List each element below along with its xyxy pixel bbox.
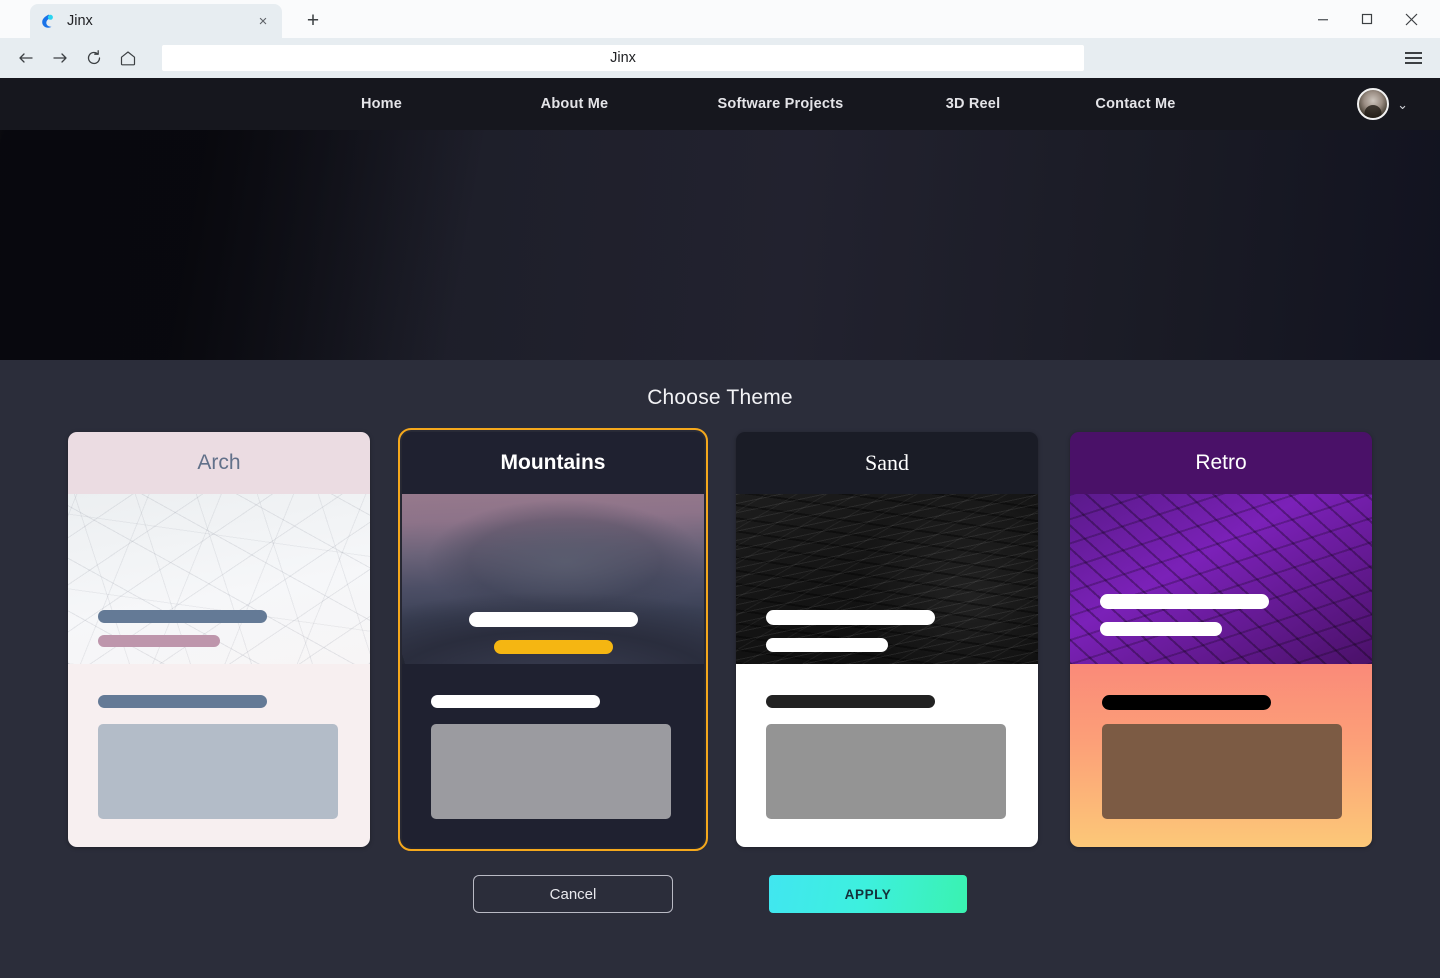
preview-block xyxy=(98,724,338,819)
theme-preview-body xyxy=(402,664,704,847)
nav-item-about-me[interactable]: About Me xyxy=(469,96,681,112)
page-title: Choose Theme xyxy=(647,386,793,409)
theme-chooser-modal: Choose Theme Arch Mountains Sand Retro C… xyxy=(0,360,1440,913)
theme-name: Retro xyxy=(1195,451,1247,474)
browser-window: Jinx × + Jinx Home About Me Software Pro… xyxy=(0,0,1440,978)
tab-strip: Jinx × + xyxy=(0,0,1440,38)
home-button[interactable] xyxy=(114,44,142,72)
theme-card-retro[interactable]: Retro xyxy=(1070,432,1372,847)
preview-bar-accent xyxy=(766,638,888,652)
theme-card-header: Retro xyxy=(1070,432,1372,494)
nav-item-3d-reel[interactable]: 3D Reel xyxy=(881,96,1066,112)
preview-bar-accent xyxy=(494,640,613,654)
web-page: Home About Me Software Projects 3D Reel … xyxy=(0,78,1440,978)
preview-bar-primary xyxy=(766,610,935,625)
apply-button[interactable]: APPLY xyxy=(769,875,967,913)
preview-bar-heading xyxy=(766,695,935,708)
preview-bar-primary xyxy=(469,612,638,627)
cancel-button[interactable]: Cancel xyxy=(473,875,673,913)
theme-card-header: Arch xyxy=(68,432,370,494)
nav-item-contact-me[interactable]: Contact Me xyxy=(1066,96,1206,112)
preview-bar-accent xyxy=(98,635,220,647)
preview-block xyxy=(431,724,671,819)
preview-bar-primary xyxy=(98,610,267,623)
hamburger-menu-icon[interactable] xyxy=(1398,44,1428,72)
theme-name: Mountains xyxy=(500,451,606,474)
theme-name: Sand xyxy=(865,450,909,475)
preview-bar-primary xyxy=(1100,594,1269,609)
preview-block xyxy=(1102,724,1342,819)
theme-card-header: Mountains xyxy=(402,432,704,494)
preview-bar-heading xyxy=(98,695,267,708)
preview-bar-heading xyxy=(1102,695,1271,710)
close-button[interactable] xyxy=(1390,4,1432,34)
browser-toolbar: Jinx xyxy=(0,38,1440,78)
theme-preview-body xyxy=(68,664,370,847)
site-navigation: Home About Me Software Projects 3D Reel … xyxy=(0,78,1440,130)
address-bar[interactable]: Jinx xyxy=(162,45,1084,71)
new-tab-button[interactable]: + xyxy=(300,8,326,34)
theme-preview-image xyxy=(68,494,370,664)
preview-bar-accent xyxy=(1100,622,1222,636)
theme-card-arch[interactable]: Arch xyxy=(68,432,370,847)
preview-bar-heading xyxy=(431,695,600,708)
nav-links: Home About Me Software Projects 3D Reel … xyxy=(235,96,1206,112)
reload-button[interactable] xyxy=(80,44,108,72)
theme-preview-image xyxy=(736,494,1038,664)
window-controls xyxy=(1302,4,1432,34)
nav-item-software-projects[interactable]: Software Projects xyxy=(681,96,881,112)
profile-menu[interactable]: ⌄ xyxy=(1357,88,1408,120)
tab-title: Jinx xyxy=(67,13,93,29)
avatar xyxy=(1357,88,1390,120)
browser-tab[interactable]: Jinx × xyxy=(30,4,282,38)
preview-block xyxy=(766,724,1006,819)
maximize-button[interactable] xyxy=(1346,4,1388,34)
theme-card-list: Arch Mountains Sand Retro xyxy=(0,428,1440,851)
theme-card-sand[interactable]: Sand xyxy=(736,432,1038,847)
forward-button[interactable] xyxy=(46,44,74,72)
nav-item-home[interactable]: Home xyxy=(295,96,469,112)
modal-actions: Cancel APPLY xyxy=(0,875,1440,913)
theme-card-mountains[interactable]: Mountains xyxy=(398,428,708,851)
back-button[interactable] xyxy=(12,44,40,72)
minimize-button[interactable] xyxy=(1302,4,1344,34)
hero-image xyxy=(0,130,1440,360)
theme-preview-image xyxy=(402,494,704,664)
chevron-down-icon: ⌄ xyxy=(1397,96,1408,112)
theme-preview-body xyxy=(1070,664,1372,847)
theme-preview-image xyxy=(1070,494,1372,664)
tab-close-icon[interactable]: × xyxy=(254,12,272,30)
theme-preview-body xyxy=(736,664,1038,847)
theme-name: Arch xyxy=(197,451,241,474)
address-bar-value: Jinx xyxy=(610,50,636,66)
droplet-icon xyxy=(40,13,57,30)
theme-card-header: Sand xyxy=(736,432,1038,494)
